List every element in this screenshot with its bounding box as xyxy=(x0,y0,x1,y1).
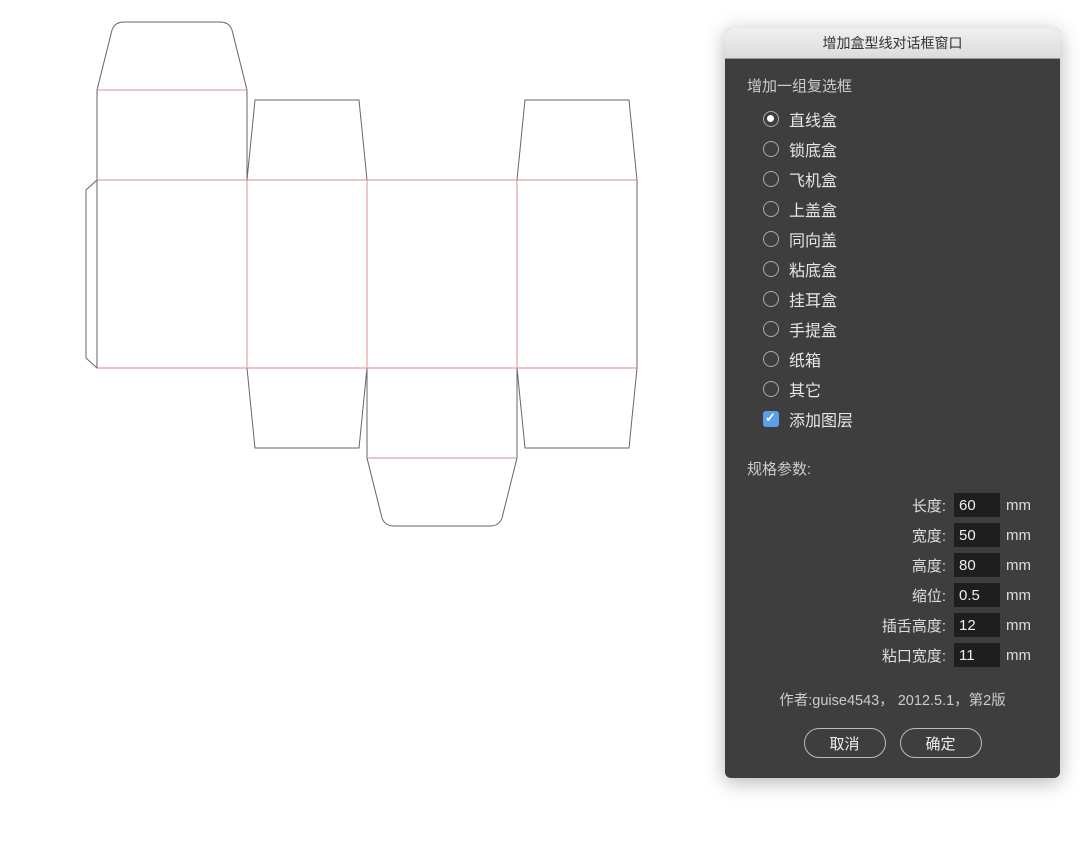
param-label: 长度: xyxy=(912,495,946,516)
box-type-radio[interactable] xyxy=(763,111,779,127)
param-label: 缩位: xyxy=(912,585,946,606)
box-type-radio[interactable] xyxy=(763,381,779,397)
param-row: 高度: mm xyxy=(747,553,1038,577)
param-input[interactable] xyxy=(954,613,1000,637)
box-type-label: 手提盒 xyxy=(789,317,837,341)
box-type-radio[interactable] xyxy=(763,201,779,217)
box-type-radio[interactable] xyxy=(763,351,779,367)
box-type-label: 直线盒 xyxy=(789,107,837,131)
button-row: 取消 确定 xyxy=(747,728,1038,758)
cancel-button[interactable]: 取消 xyxy=(804,728,886,758)
box-type-radio[interactable] xyxy=(763,321,779,337)
param-row: 粘口宽度: mm xyxy=(747,643,1038,667)
box-dialog: 增加盒型线对话框窗口 增加一组复选框 直线盒锁底盒飞机盒上盖盒同向盖粘底盒挂耳盒… xyxy=(725,28,1060,778)
box-type-radio[interactable] xyxy=(763,141,779,157)
param-row: 宽度: mm xyxy=(747,523,1038,547)
param-unit: mm xyxy=(1006,647,1038,664)
box-type-label: 锁底盒 xyxy=(789,137,837,161)
param-unit: mm xyxy=(1006,617,1038,634)
param-label: 宽度: xyxy=(912,525,946,546)
param-input[interactable] xyxy=(954,553,1000,577)
param-unit: mm xyxy=(1006,557,1038,574)
param-label: 粘口宽度: xyxy=(882,645,946,666)
box-type-label: 同向盖 xyxy=(789,227,837,251)
box-type-label: 飞机盒 xyxy=(789,167,837,191)
param-unit: mm xyxy=(1006,587,1038,604)
box-type-radio[interactable] xyxy=(763,231,779,247)
dialog-titlebar[interactable]: 增加盒型线对话框窗口 xyxy=(725,28,1060,59)
param-row: 缩位: mm xyxy=(747,583,1038,607)
param-input[interactable] xyxy=(954,523,1000,547)
param-unit: mm xyxy=(1006,527,1038,544)
box-type-label: 上盖盒 xyxy=(789,197,837,221)
box-type-label: 其它 xyxy=(789,377,821,401)
param-unit: mm xyxy=(1006,497,1038,514)
add-layer-checkbox[interactable] xyxy=(763,411,779,427)
dialog-body: 增加一组复选框 直线盒锁底盒飞机盒上盖盒同向盖粘底盒挂耳盒手提盒纸箱其它 添加图… xyxy=(725,59,1060,778)
box-type-option[interactable]: 锁底盒 xyxy=(763,136,1038,162)
ok-button[interactable]: 确定 xyxy=(900,728,982,758)
param-input[interactable] xyxy=(954,643,1000,667)
box-type-option[interactable]: 同向盖 xyxy=(763,226,1038,252)
box-type-radio-group: 直线盒锁底盒飞机盒上盖盒同向盖粘底盒挂耳盒手提盒纸箱其它 xyxy=(747,106,1038,402)
box-type-option[interactable]: 纸箱 xyxy=(763,346,1038,372)
box-type-option[interactable]: 其它 xyxy=(763,376,1038,402)
box-type-label: 粘底盒 xyxy=(789,257,837,281)
param-label: 插舌高度: xyxy=(882,615,946,636)
add-layer-checkbox-row[interactable]: 添加图层 xyxy=(763,406,1038,432)
param-label: 高度: xyxy=(912,555,946,576)
box-type-option[interactable]: 挂耳盒 xyxy=(763,286,1038,312)
group-title: 增加一组复选框 xyxy=(747,75,1038,96)
box-type-radio[interactable] xyxy=(763,291,779,307)
param-input[interactable] xyxy=(954,583,1000,607)
author-line: 作者:guise4543， 2012.5.1，第2版 xyxy=(747,689,1038,710)
box-dieline-drawing xyxy=(0,0,700,700)
param-input[interactable] xyxy=(954,493,1000,517)
box-type-label: 纸箱 xyxy=(789,347,821,371)
box-type-option[interactable]: 手提盒 xyxy=(763,316,1038,342)
param-row: 插舌高度: mm xyxy=(747,613,1038,637)
canvas-area xyxy=(0,0,700,850)
box-type-option[interactable]: 飞机盒 xyxy=(763,166,1038,192)
box-type-option[interactable]: 上盖盒 xyxy=(763,196,1038,222)
params-list: 长度: mm 宽度: mm 高度: mm 缩位: mm 插舌高度: mm 粘口宽度: mm xyxy=(747,493,1038,667)
param-row: 长度: mm xyxy=(747,493,1038,517)
box-type-radio[interactable] xyxy=(763,171,779,187)
box-type-option[interactable]: 直线盒 xyxy=(763,106,1038,132)
box-type-label: 挂耳盒 xyxy=(789,287,837,311)
box-type-option[interactable]: 粘底盒 xyxy=(763,256,1038,282)
add-layer-label: 添加图层 xyxy=(789,407,853,431)
params-title: 规格参数: xyxy=(747,458,1038,479)
dialog-title: 增加盒型线对话框窗口 xyxy=(823,35,963,51)
box-type-radio[interactable] xyxy=(763,261,779,277)
